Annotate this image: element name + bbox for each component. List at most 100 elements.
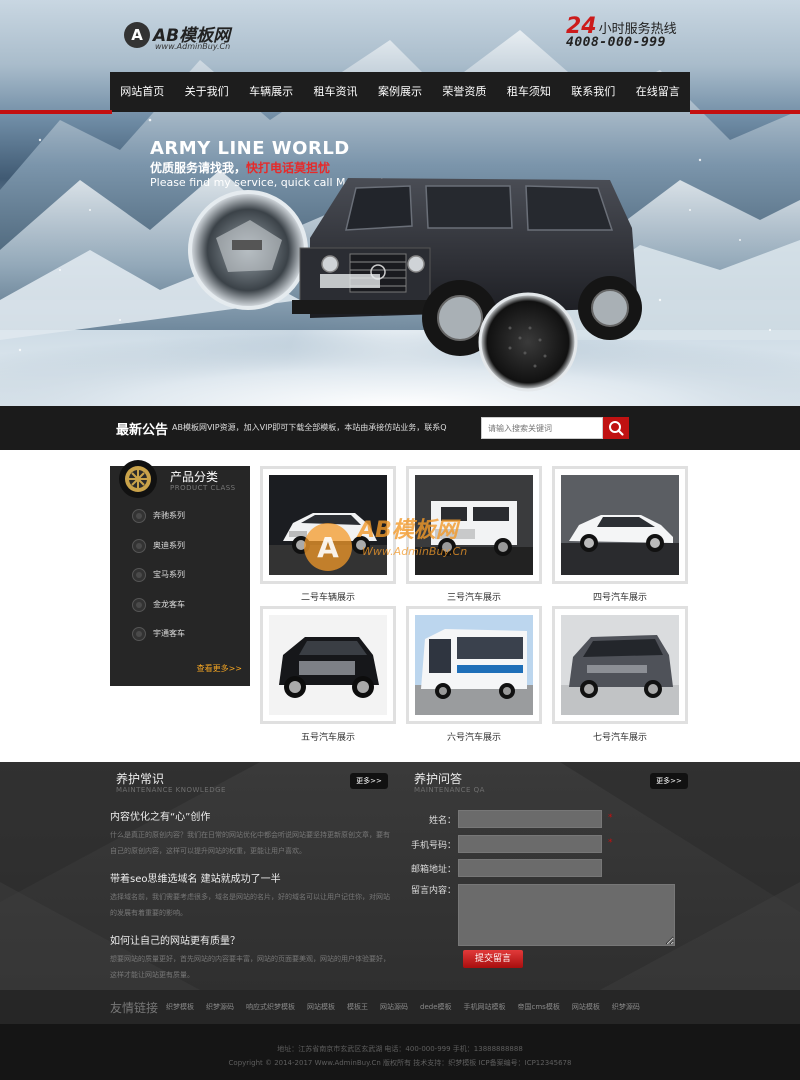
friend-link[interactable]: 织梦源码 [612, 1002, 640, 1012]
search-button[interactable] [603, 417, 629, 439]
seat-detail-circle [478, 292, 578, 392]
search-icon [609, 421, 624, 436]
sidebar-item-kinglong[interactable]: 金龙客车 [110, 591, 250, 621]
hero-banner: A AB模板网 www.AdminBuy.Cn 24 小时服务热线 4008-00… [0, 0, 800, 406]
friend-link[interactable]: 织梦模板 [166, 1002, 194, 1012]
sidebar-list: 奔驰系列 奥迪系列 宝马系列 金龙客车 宇通客车 [110, 502, 250, 650]
friend-links-list: 织梦模板 织梦源码 响应式织梦模板 网站模板 模板王 网站源码 dede模板 手… [166, 1002, 640, 1012]
required-marker: * [608, 813, 613, 823]
service-hotline: 24 小时服务热线 4008-000-999 [566, 14, 696, 50]
friend-link[interactable]: 响应式织梦模板 [246, 1002, 295, 1012]
notice-marquee[interactable]: AB模板网VIP资源，加入VIP即可下载全部模板，本站由承接仿站业务，联系Q [172, 422, 472, 433]
friend-link[interactable]: 模板王 [347, 1002, 368, 1012]
product-image-frame [260, 606, 396, 724]
message-label: 留言内容： [410, 886, 456, 896]
sidebar-more-link[interactable]: 查看更多>> [197, 663, 242, 674]
bullet-icon [132, 597, 146, 612]
product-card[interactable]: 二号车辆展示 [260, 466, 396, 603]
article-excerpt: 想要网站的质量更好，首先网站的内容要丰富，网站的页面要美观，网站的用户体验要好，… [110, 955, 390, 979]
message-field[interactable] [458, 884, 675, 946]
article-title[interactable]: 内容优化之有“心”创作 [110, 808, 390, 823]
nav-item-about[interactable]: 关于我们 [174, 72, 238, 112]
article-item: 带着seo思维选域名 建站就成功了一半 选择域名前，我们需要考虑很多，域名是网站… [110, 870, 390, 921]
sidebar-item-label: 宝马系列 [153, 570, 185, 579]
bullet-icon [132, 627, 146, 641]
tire-wheel-icon [119, 460, 157, 498]
nav-item-honors[interactable]: 荣誉资质 [432, 72, 496, 112]
nav-item-rental-notes[interactable]: 租车须知 [497, 72, 561, 112]
bullet-icon [132, 538, 146, 553]
footer-copyright: Copyright © 2014-2017 Www.AdminBuy.Cn 版权… [228, 1059, 572, 1067]
friend-link[interactable]: 网站模板 [572, 1002, 600, 1012]
sidebar-item-label: 奥迪系列 [153, 540, 185, 550]
product-card[interactable]: 四号汽车展示 [552, 466, 688, 603]
banner-title: ARMY LINE WORLD [150, 138, 350, 159]
hero-suv-illustration [188, 178, 642, 392]
product-caption: 三号汽车展示 [446, 593, 501, 603]
submit-message-button[interactable]: 提交留言 [463, 950, 523, 968]
site-footer: 地址：江苏省南京市玄武区玄武湖 电话：400-000-999 手机：138888… [0, 1024, 800, 1080]
article-title[interactable]: 如何让自己的网站更有质量？ [110, 932, 390, 947]
product-image-frame [260, 466, 396, 584]
product-card[interactable]: 三号汽车展示 [406, 466, 542, 603]
friend-link[interactable]: 网站源码 [380, 1002, 408, 1012]
product-category-sidebar: 产品分类 PRODUCT CLASS 奔驰系列 奥迪系列 宝马系列 金龙客车 宇… [110, 460, 250, 686]
nav-item-message[interactable]: 在线留言 [626, 72, 690, 112]
car-photo-lincoln-suv [269, 615, 387, 715]
product-image-frame [552, 466, 688, 584]
article-item: 如何让自己的网站更有质量？ 想要网站的质量更好，首先网站的内容要丰富，网站的页面… [110, 932, 390, 983]
sidebar-title: 产品分类 [170, 470, 219, 484]
email-field[interactable] [458, 859, 602, 877]
product-caption: 五号汽车展示 [300, 733, 355, 743]
friend-link[interactable]: 网站模板 [307, 1002, 335, 1012]
nav-item-cases[interactable]: 案例展示 [368, 72, 432, 112]
search-input[interactable] [481, 417, 603, 439]
sidebar-item-label: 金龙客车 [153, 599, 185, 609]
article-title[interactable]: 带着seo思维选域名 建站就成功了一半 [110, 870, 390, 885]
friend-link[interactable]: dede模板 [420, 1002, 452, 1012]
friend-links-title: 友情链接 [110, 1001, 159, 1015]
sidebar-header: 产品分类 PRODUCT CLASS [110, 460, 250, 500]
knowledge-more-button[interactable]: 更多>> [350, 773, 388, 789]
nav-item-vehicles[interactable]: 车辆展示 [239, 72, 303, 112]
bullet-icon [132, 509, 146, 523]
friend-links-bar: 友情链接 织梦模板 织梦源码 响应式织梦模板 网站模板 模板王 网站源码 ded… [0, 990, 800, 1024]
sidebar-item-bmw[interactable]: 宝马系列 [110, 561, 250, 591]
knowledge-header: 养护常识 MAINTENANCE KNOWLEDGE [110, 762, 390, 796]
name-row: 姓名： * [410, 810, 620, 828]
friend-link[interactable]: 帝国cms模板 [518, 1002, 560, 1012]
product-image-frame [406, 466, 542, 584]
car-photo-audi-sedan [561, 475, 679, 575]
email-label: 邮箱地址： [410, 865, 456, 875]
nav-item-home[interactable]: 网站首页 [110, 72, 174, 112]
knowledge-subtitle: MAINTENANCE KNOWLEDGE [116, 786, 226, 794]
product-card[interactable]: 五号汽车展示 [260, 606, 396, 743]
phone-row: 手机号码： * [410, 835, 620, 853]
qa-more-button[interactable]: 更多>> [650, 773, 688, 789]
logo-subtitle: www.AdminBuy.Cn [155, 42, 231, 51]
friend-link[interactable]: 织梦源码 [206, 1002, 234, 1012]
name-field[interactable] [458, 810, 602, 828]
main-nav: 网站首页 关于我们 车辆展示 租车资讯 案例展示 荣誉资质 租车须知 联系我们 … [110, 72, 690, 112]
notice-bar: 最新公告 AB模板网VIP资源，加入VIP即可下载全部模板，本站由承接仿站业务，… [0, 406, 800, 450]
bullet-icon [132, 568, 146, 582]
article-excerpt: 什么是真正的原创内容？我们在日常的网站优化中都会听说网站要坚持更新原创文章，要有… [110, 831, 390, 855]
qa-subtitle: MAINTENANCE QA [414, 786, 485, 794]
knowledge-title: 养护常识 [116, 772, 165, 786]
product-card[interactable]: 六号汽车展示 [406, 606, 542, 743]
sidebar-item-yutong[interactable]: 宇通客车 [110, 620, 250, 650]
nav-item-contact[interactable]: 联系我们 [561, 72, 625, 112]
phone-field[interactable] [458, 835, 602, 853]
logo-badge: A [124, 22, 150, 48]
friend-link[interactable]: 手机网站模板 [464, 1002, 506, 1012]
product-card[interactable]: 七号汽车展示 [552, 606, 688, 743]
nav-accent-line-left [0, 110, 112, 114]
sidebar-item-audi[interactable]: 奥迪系列 [110, 532, 250, 562]
car-photo-audi-suv [269, 475, 387, 575]
product-caption: 七号汽车展示 [592, 733, 647, 743]
car-photo-gclass-white [415, 475, 533, 575]
product-caption: 二号车辆展示 [300, 593, 355, 603]
sidebar-item-label: 奔驰系列 [153, 511, 185, 520]
sidebar-item-benz[interactable]: 奔驰系列 [110, 502, 250, 532]
nav-item-news[interactable]: 租车资讯 [303, 72, 367, 112]
